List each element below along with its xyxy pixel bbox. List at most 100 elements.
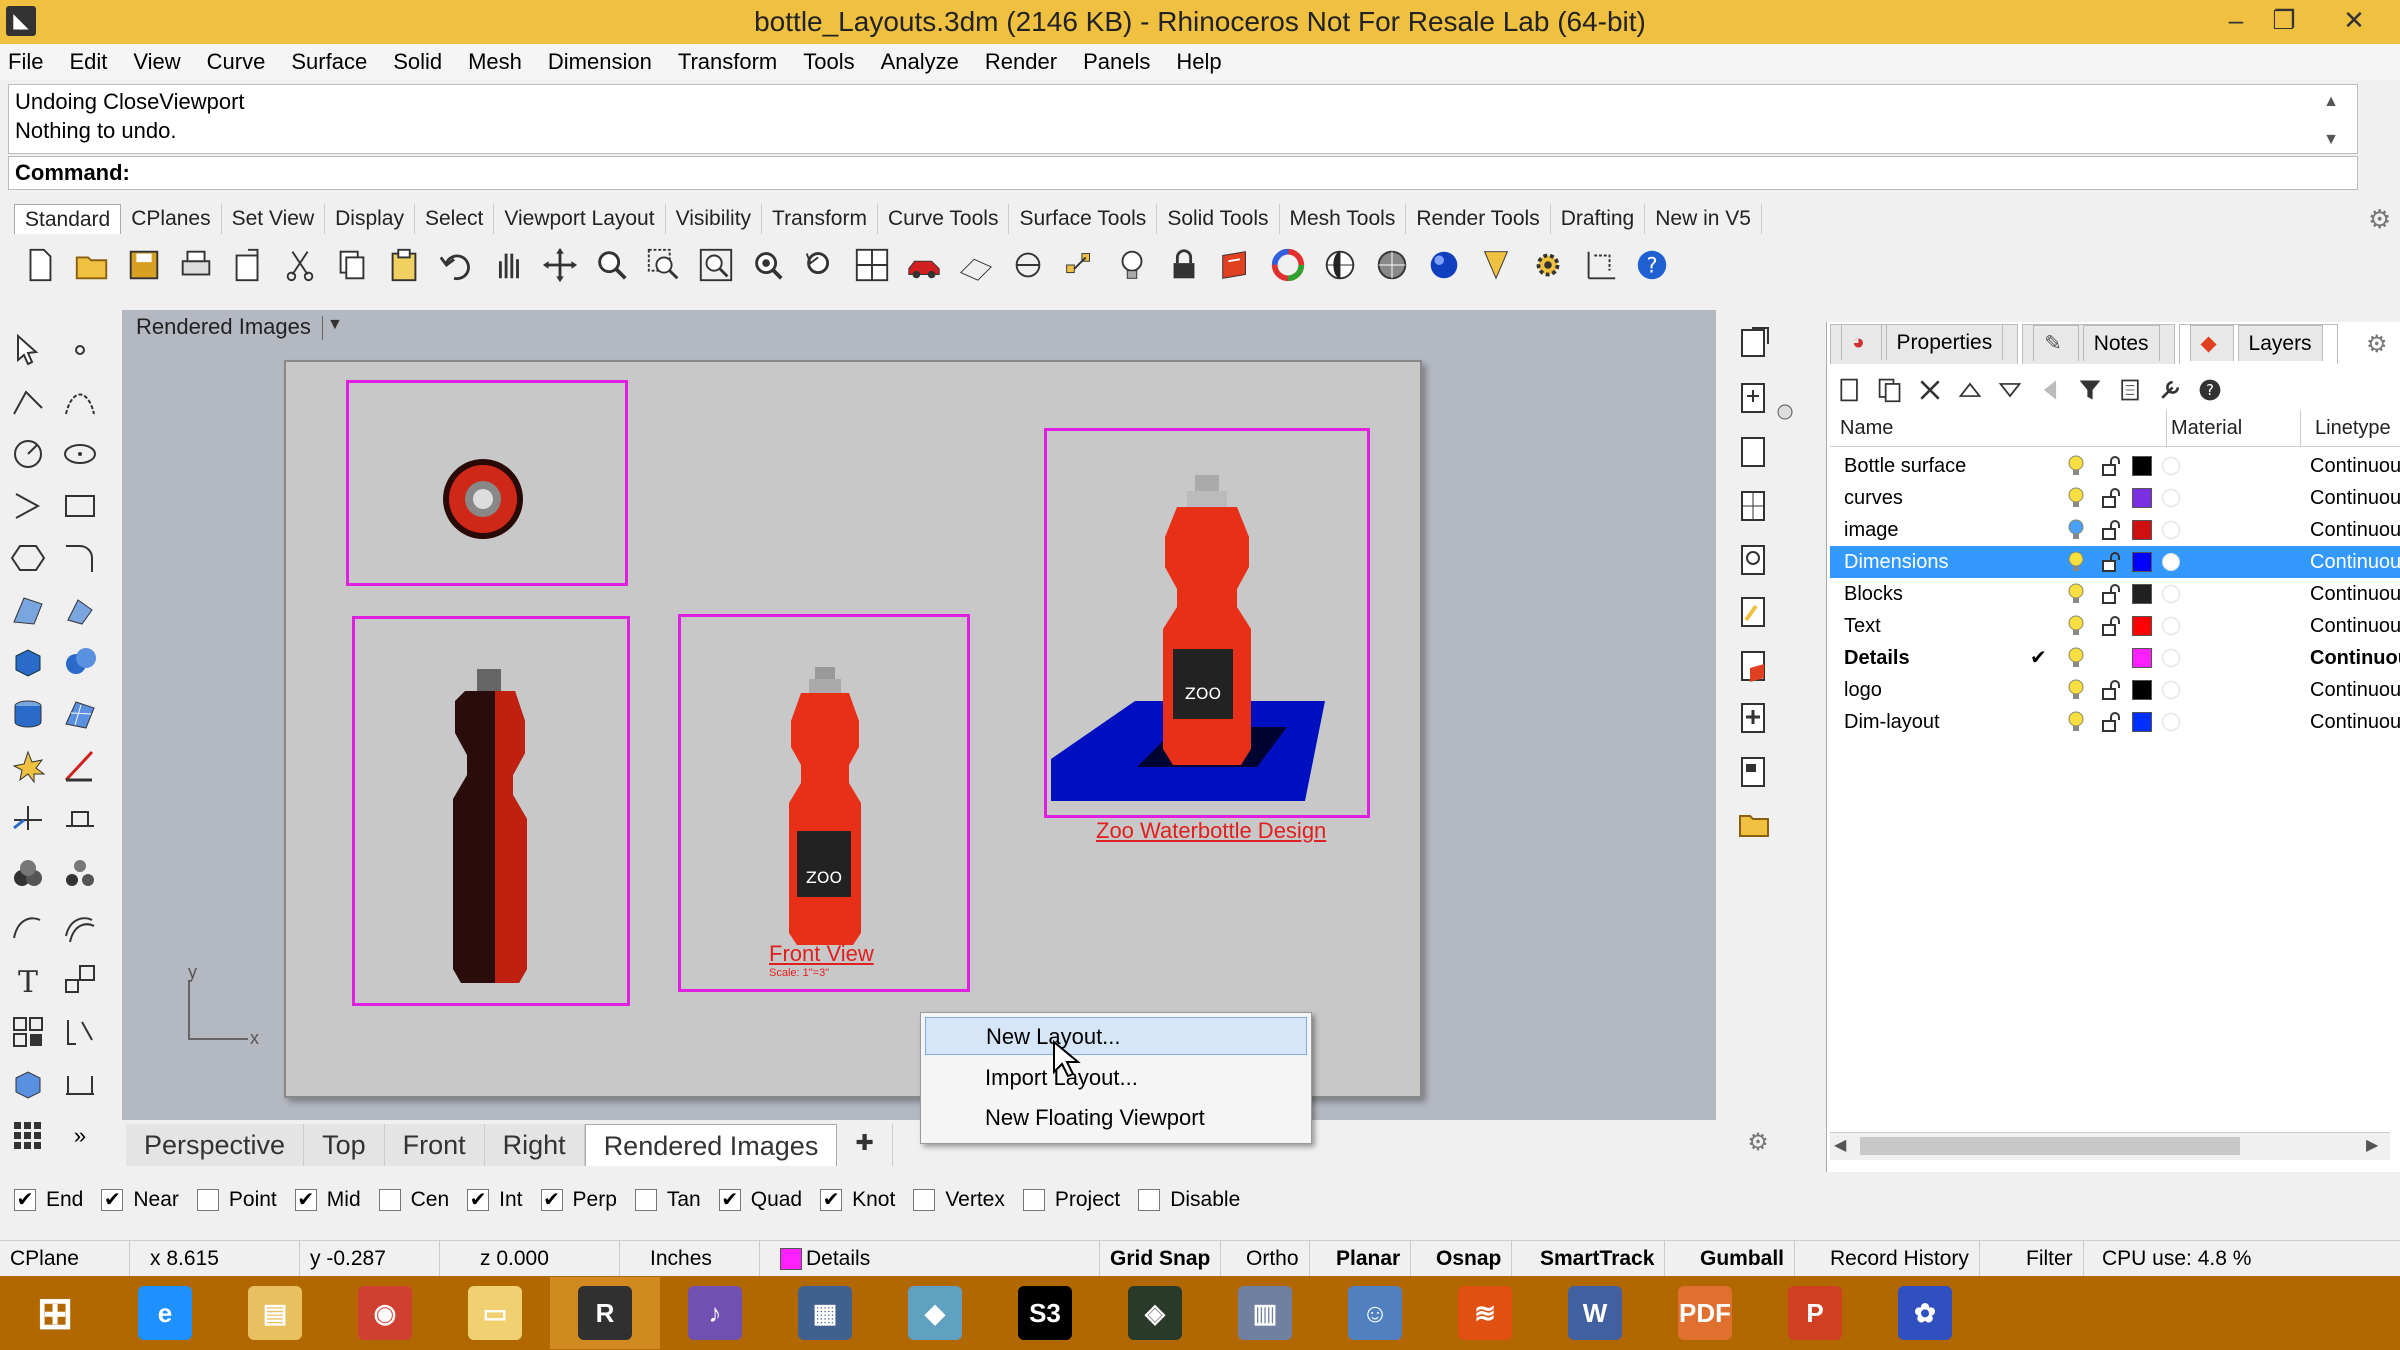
- tab-render-tools[interactable]: Render Tools: [1406, 204, 1551, 234]
- layer-tools-wrench-icon[interactable]: [2150, 366, 2190, 414]
- save-icon[interactable]: [118, 241, 170, 289]
- menu-solid[interactable]: Solid: [393, 49, 442, 75]
- taskbar-s3[interactable]: S3: [990, 1277, 1100, 1349]
- layer-linetype[interactable]: Continuou: [2310, 482, 2400, 514]
- checkbox-project-icon[interactable]: [1022, 1189, 1045, 1211]
- tab-curve-tools[interactable]: Curve Tools: [878, 204, 1010, 234]
- status-cplane[interactable]: CPlane: [0, 1241, 130, 1277]
- layer-visible-bulb-icon[interactable]: [2066, 551, 2086, 573]
- toolbar-settings-gear-icon[interactable]: ⚙: [2368, 204, 2391, 235]
- rotate-view-icon[interactable]: [534, 241, 586, 289]
- panel-settings-gear-icon[interactable]: ⚙: [2366, 330, 2388, 359]
- checkbox-near-icon[interactable]: ✔: [101, 1189, 124, 1211]
- osnap-target-icon[interactable]: [1002, 241, 1054, 289]
- taskbar-flower[interactable]: ✿: [1870, 1277, 1980, 1349]
- tab-set-view[interactable]: Set View: [222, 204, 326, 234]
- layer-color-swatch[interactable]: [2132, 552, 2152, 572]
- layer-material-icon[interactable]: [2162, 521, 2180, 539]
- taskbar-film[interactable]: ▦: [770, 1277, 880, 1349]
- viewport-rendered-images[interactable]: Rendered Images ▼ ZOO Front View Scale: …: [122, 310, 1716, 1120]
- scroll-up-icon[interactable]: ▲: [2319, 87, 2343, 116]
- checkbox-mid-icon[interactable]: ✔: [294, 1189, 317, 1211]
- layer-material-icon[interactable]: [2162, 585, 2180, 603]
- layer-visible-bulb-icon[interactable]: [2066, 455, 2086, 477]
- osnap-perp[interactable]: ✔ Perp: [540, 1188, 617, 1212]
- layer-material-icon[interactable]: [2162, 713, 2180, 731]
- taskbar-premiere[interactable]: ♪: [660, 1277, 770, 1349]
- layer-name[interactable]: Bottle surface: [1844, 450, 1966, 482]
- move-curve-icon[interactable]: [6, 906, 50, 950]
- tab-visibility[interactable]: Visibility: [666, 204, 763, 234]
- layer-color-swatch[interactable]: [2132, 520, 2152, 540]
- osnap-int[interactable]: ✔ Int: [467, 1188, 523, 1212]
- detail-grid-icon[interactable]: [1732, 484, 1776, 528]
- layer-visible-bulb-icon[interactable]: [2066, 583, 2086, 605]
- select-arrow-icon[interactable]: [6, 328, 50, 372]
- osnap-end[interactable]: ✔ End: [14, 1188, 83, 1212]
- dimension-icon[interactable]: [1574, 241, 1626, 289]
- flow-icon[interactable]: [58, 1010, 102, 1054]
- column-name[interactable]: Name: [1840, 410, 1893, 446]
- box-edit-icon[interactable]: [6, 1062, 50, 1106]
- layer-name[interactable]: Details: [1844, 642, 1910, 674]
- restore-button[interactable]: ❐: [2260, 0, 2308, 40]
- layer-name[interactable]: logo: [1844, 674, 1882, 706]
- layer-name[interactable]: Dim-layout: [1844, 706, 1940, 738]
- checkbox-perp-icon[interactable]: ✔: [540, 1189, 563, 1211]
- layer-row[interactable]: Bottle surface Continuou: [1830, 450, 2400, 482]
- menu-tools[interactable]: Tools: [803, 49, 854, 75]
- help-icon[interactable]: ?: [1626, 241, 1678, 289]
- detail-front-view[interactable]: ZOO Front View Scale: 1"=3": [678, 614, 970, 992]
- osnap-mid[interactable]: ✔ Mid: [294, 1188, 361, 1212]
- new-file-icon[interactable]: [14, 241, 66, 289]
- tab-properties[interactable]: ◕ Properties: [1830, 324, 2019, 364]
- layer-linetype[interactable]: Continuou: [2310, 514, 2400, 546]
- paste-icon[interactable]: [378, 241, 430, 289]
- move-layer-down-icon[interactable]: [1990, 366, 2030, 414]
- mesh-icon[interactable]: [58, 692, 102, 736]
- osnap-vertex[interactable]: Vertex: [913, 1188, 1005, 1212]
- layer-visible-bulb-icon[interactable]: [2066, 647, 2086, 669]
- close-button[interactable]: ✕: [2330, 0, 2378, 40]
- menu-transform[interactable]: Transform: [678, 49, 777, 75]
- menu-render[interactable]: Render: [985, 49, 1057, 75]
- osnap-knot[interactable]: ✔ Knot: [820, 1188, 895, 1212]
- osnap-quad[interactable]: ✔ Quad: [718, 1188, 802, 1212]
- viewport-title[interactable]: Rendered Images: [136, 314, 311, 340]
- osnap-disable[interactable]: Disable: [1138, 1188, 1240, 1212]
- checkbox-knot-icon[interactable]: ✔: [820, 1189, 843, 1211]
- layer-name[interactable]: Blocks: [1844, 578, 1903, 610]
- layer-color-swatch[interactable]: [2132, 680, 2152, 700]
- layer-color-swatch[interactable]: [2132, 648, 2152, 668]
- layer-linetype[interactable]: Continuou: [2310, 450, 2400, 482]
- status-filter[interactable]: Filter: [2016, 1241, 2084, 1277]
- layer-unlocked-icon[interactable]: [2100, 519, 2122, 541]
- layer-visible-bulb-icon[interactable]: [2066, 615, 2086, 637]
- dimension-tool-icon[interactable]: [58, 1062, 102, 1106]
- layer-unlocked-icon[interactable]: [2100, 455, 2122, 477]
- layer-row[interactable]: image Continuou: [1830, 514, 2400, 546]
- taskbar-windows-start[interactable]: ⊞: [0, 1277, 110, 1349]
- taskbar-people[interactable]: ☺: [1320, 1277, 1430, 1349]
- open-layout-folder-icon[interactable]: [1732, 802, 1776, 846]
- scale-icon[interactable]: [58, 958, 102, 1002]
- layers-horizontal-scrollbar[interactable]: ◀ ▶: [1830, 1132, 2390, 1160]
- scroll-down-icon[interactable]: ▼: [2319, 125, 2343, 154]
- layer-unlocked-icon[interactable]: [2100, 551, 2122, 573]
- layer-row[interactable]: curves Continuou: [1830, 482, 2400, 514]
- layer-visible-bulb-icon[interactable]: [2066, 519, 2086, 541]
- taskbar-audio[interactable]: ≋: [1430, 1277, 1540, 1349]
- menu-edit[interactable]: Edit: [69, 49, 107, 75]
- side-tool-small-icon[interactable]: [1774, 390, 1796, 434]
- layer-unlocked-icon[interactable]: [2100, 615, 2122, 637]
- checkbox-vertex-icon[interactable]: [913, 1189, 936, 1211]
- boolean-union-icon[interactable]: [58, 640, 102, 684]
- menu-item-import-layout[interactable]: Import Layout...: [925, 1059, 1307, 1097]
- copy-icon[interactable]: [326, 241, 378, 289]
- menu-surface[interactable]: Surface: [291, 49, 367, 75]
- layer-color-swatch[interactable]: [2132, 488, 2152, 508]
- column-material[interactable]: Material: [2166, 410, 2242, 446]
- menu-dimension[interactable]: Dimension: [548, 49, 652, 75]
- extrude-surface-icon[interactable]: [58, 588, 102, 632]
- cylinder-icon[interactable]: [6, 692, 50, 736]
